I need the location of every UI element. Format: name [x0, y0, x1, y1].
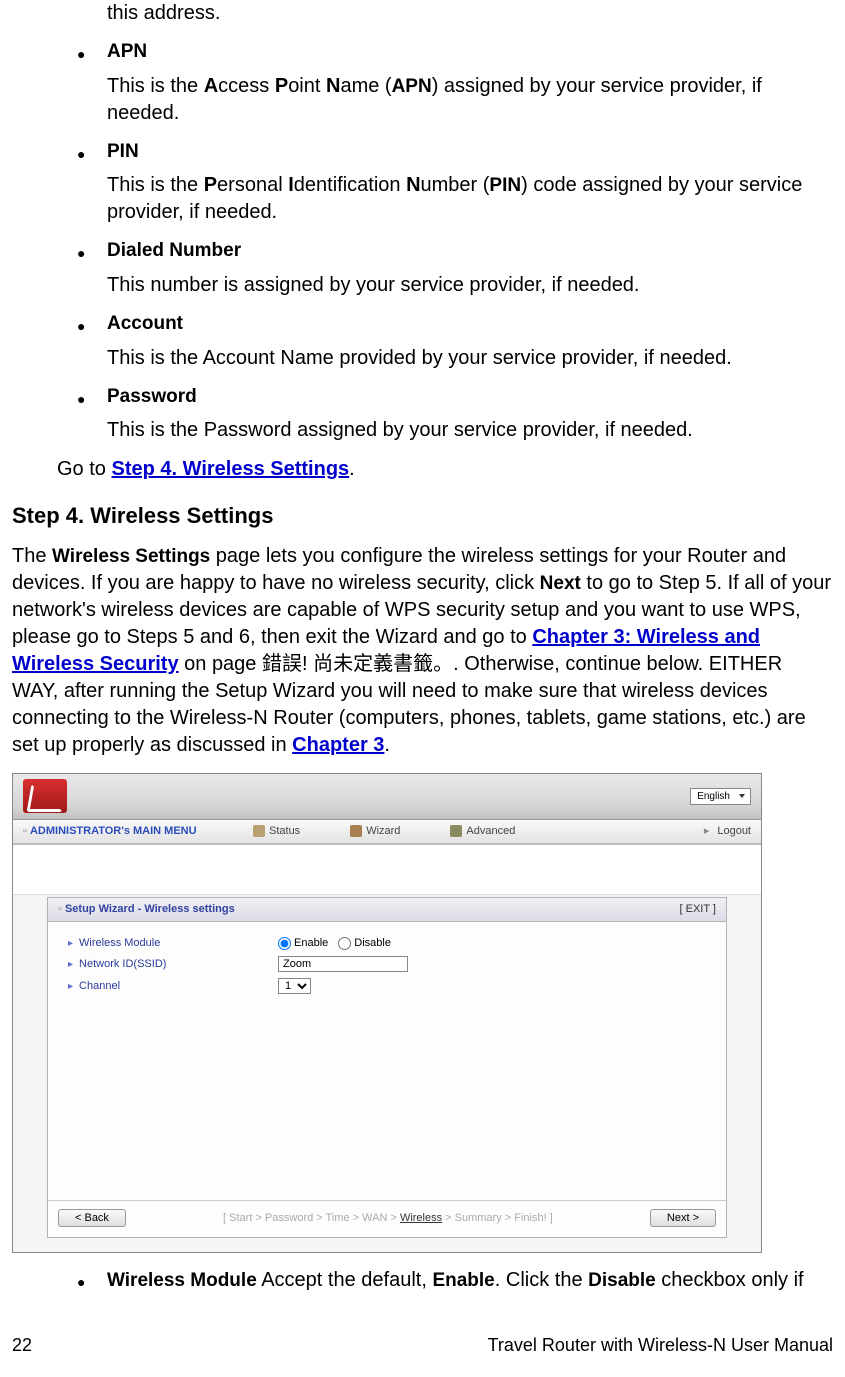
nav-advanced[interactable]: Advanced [450, 824, 515, 839]
nav-logout[interactable]: Logout [704, 824, 751, 839]
bullet-icon: ● [77, 139, 107, 164]
wireless-module-item: ● Wireless Module Accept the default, En… [77, 1267, 833, 1294]
chapter3-link[interactable]: Chapter 3 [292, 734, 384, 756]
channel-label: Channel [68, 979, 278, 994]
step4-heading: Step 4. Wireless Settings [12, 501, 833, 531]
zoom-logo-icon [23, 779, 67, 813]
goto-line: Go to Step 4. Wireless Settings. [57, 456, 833, 483]
channel-select[interactable]: 1 [278, 978, 311, 994]
nav-wizard[interactable]: Wizard [350, 824, 400, 839]
step4-link[interactable]: Step 4. Wireless Settings [111, 458, 349, 480]
manual-title: Travel Router with Wireless-N User Manua… [488, 1333, 833, 1357]
bullet-icon: ● [77, 238, 107, 263]
disable-radio[interactable]: Disable [338, 936, 391, 951]
step4-paragraph: The Wireless Settings page lets you conf… [12, 543, 833, 759]
status-icon [253, 825, 265, 837]
panel-title: ▫ Setup Wizard - Wireless settings [58, 902, 235, 917]
bullet-icon: ● [77, 384, 107, 409]
language-select[interactable]: English [690, 788, 751, 806]
bullet-icon: ● [77, 311, 107, 336]
prev-item-desc: this address. [107, 0, 833, 27]
apn-item: ● APN This is the Access Point Name (APN… [77, 39, 833, 127]
dialed-desc: This number is assigned by your service … [107, 272, 833, 299]
password-title: Password [107, 384, 197, 410]
page-number: 22 [12, 1333, 32, 1357]
account-desc: This is the Account Name provided by you… [107, 345, 833, 372]
pin-desc: This is the Personal Identification Numb… [107, 172, 833, 226]
enable-radio[interactable]: Enable [278, 936, 328, 951]
back-button[interactable]: < Back [58, 1209, 126, 1227]
dialed-title: Dialed Number [107, 238, 241, 264]
next-button[interactable]: Next > [650, 1209, 716, 1227]
wizard-breadcrumb: [ Start > Password > Time > WAN > Wirele… [136, 1211, 640, 1226]
wireless-module-label: Wireless Module [68, 936, 278, 951]
advanced-icon [450, 825, 462, 837]
page-footer: 22 Travel Router with Wireless-N User Ma… [12, 1333, 833, 1357]
account-title: Account [107, 311, 183, 337]
dialed-item: ● Dialed Number This number is assigned … [77, 238, 833, 299]
account-item: ● Account This is the Account Name provi… [77, 311, 833, 372]
apn-desc: This is the Access Point Name (APN) assi… [107, 73, 833, 127]
main-menu-title: ▫ ADMINISTRATOR's MAIN MENU [23, 824, 253, 839]
password-item: ● Password This is the Password assigned… [77, 384, 833, 445]
bullet-icon: ● [77, 1267, 107, 1292]
wizard-icon [350, 825, 362, 837]
pin-item: ● PIN This is the Personal Identificatio… [77, 139, 833, 227]
network-id-label: Network ID(SSID) [68, 957, 278, 972]
exit-link[interactable]: [ EXIT ] [680, 902, 716, 917]
wireless-settings-screenshot: English ▫ ADMINISTRATOR's MAIN MENU Stat… [12, 773, 762, 1254]
password-desc: This is the Password assigned by your se… [107, 417, 833, 444]
nav-status[interactable]: Status [253, 824, 300, 839]
bullet-icon: ● [77, 39, 107, 64]
apn-title: APN [107, 39, 147, 65]
pin-title: PIN [107, 139, 139, 165]
ssid-input[interactable] [278, 956, 408, 972]
